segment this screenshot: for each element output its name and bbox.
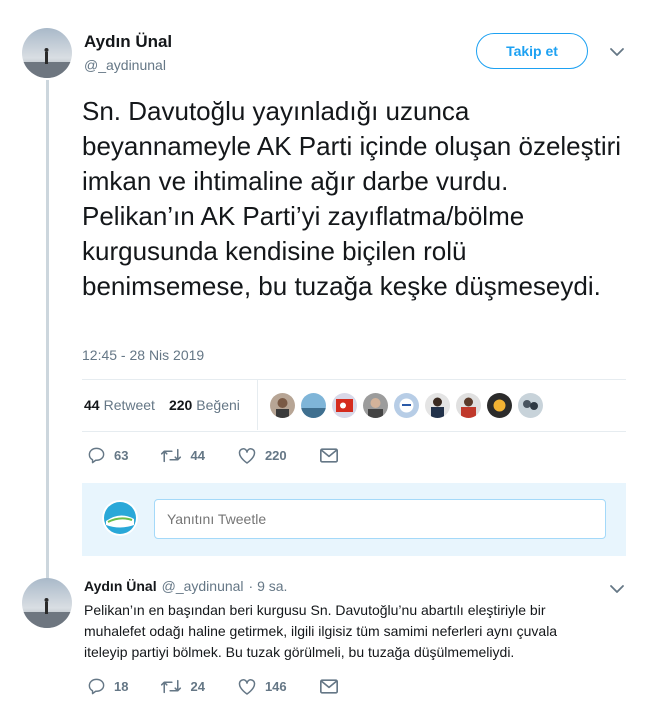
tweet-actions: 63 44 220 bbox=[87, 446, 379, 465]
like-button[interactable]: 146 bbox=[237, 677, 287, 696]
user-avatar bbox=[102, 500, 138, 536]
retweet-count: 44 bbox=[190, 448, 205, 463]
retweet-count: 24 bbox=[190, 679, 205, 694]
like-label: Beğeni bbox=[196, 397, 240, 413]
like-button[interactable]: 220 bbox=[237, 446, 287, 465]
liker-avatar[interactable] bbox=[332, 393, 357, 418]
like-icon bbox=[238, 679, 256, 695]
liker-avatar[interactable] bbox=[301, 393, 326, 418]
follow-button[interactable]: Takip et bbox=[476, 33, 588, 69]
liker-avatar[interactable] bbox=[487, 393, 512, 418]
reply-icon bbox=[88, 447, 105, 464]
direct-message-icon bbox=[319, 448, 338, 463]
thread-line bbox=[46, 80, 49, 580]
liker-avatar[interactable] bbox=[363, 393, 388, 418]
liker-avatar[interactable] bbox=[270, 393, 295, 418]
direct-message-button[interactable] bbox=[319, 678, 347, 695]
like-count: 146 bbox=[264, 679, 287, 694]
tweet-stats: 44 Retweet 220 Beğeni bbox=[84, 397, 254, 413]
reply-count: 63 bbox=[114, 448, 129, 463]
tweet-timestamp[interactable]: 12:45 - 28 Nis 2019 bbox=[82, 347, 204, 363]
chevron-down-icon[interactable] bbox=[608, 43, 626, 61]
reply-text: Pelikan’ın en başından beri kurgusu Sn. … bbox=[84, 602, 558, 660]
reply-count: 18 bbox=[114, 679, 129, 694]
reply-input[interactable] bbox=[154, 499, 606, 539]
reply-actions: 18 24 146 bbox=[87, 677, 379, 696]
reply-author-avatar[interactable] bbox=[22, 578, 72, 628]
reply-button[interactable]: 63 bbox=[87, 446, 128, 465]
retweet-button[interactable]: 44 bbox=[160, 446, 205, 465]
retweet-icon bbox=[161, 448, 182, 463]
reply-author-name[interactable]: Aydın Ünal bbox=[84, 578, 157, 594]
retweet-icon bbox=[161, 679, 182, 694]
direct-message-icon bbox=[319, 679, 338, 694]
reply-icon bbox=[88, 678, 105, 695]
liker-avatar[interactable] bbox=[425, 393, 450, 418]
like-count: 220 bbox=[168, 397, 193, 413]
direct-message-button[interactable] bbox=[319, 447, 347, 464]
tweet-text: Sn. Davutoğlu yayınladığı uzunca beyanna… bbox=[82, 96, 622, 301]
retweet-count: 44 bbox=[84, 397, 100, 413]
like-icon bbox=[238, 448, 256, 464]
retweet-button[interactable]: 24 bbox=[160, 677, 205, 696]
reply-time[interactable]: · 9 sa. bbox=[249, 578, 288, 594]
stats-separator bbox=[257, 380, 258, 430]
reply-author-handle[interactable]: @_aydinunal bbox=[162, 578, 244, 594]
retweet-label: Retweet bbox=[103, 397, 155, 413]
reply-header: Aydın Ünal @_aydinunal · 9 sa. bbox=[84, 578, 287, 594]
divider bbox=[82, 379, 626, 380]
chevron-down-icon[interactable] bbox=[608, 580, 626, 598]
divider bbox=[82, 431, 626, 432]
like-count: 220 bbox=[264, 448, 287, 463]
liker-avatar[interactable] bbox=[518, 393, 543, 418]
like-stat[interactable]: 220 Beğeni bbox=[169, 397, 240, 413]
author-handle[interactable]: @_aydinunal bbox=[84, 57, 166, 73]
reply-button[interactable]: 18 bbox=[87, 677, 128, 696]
author-name[interactable]: Aydın Ünal bbox=[84, 32, 172, 52]
reply-composer bbox=[82, 483, 626, 556]
likers-list bbox=[270, 393, 549, 418]
retweet-stat[interactable]: 44 Retweet bbox=[84, 397, 155, 413]
liker-avatar[interactable] bbox=[394, 393, 419, 418]
author-avatar[interactable] bbox=[22, 28, 72, 78]
liker-avatar[interactable] bbox=[456, 393, 481, 418]
